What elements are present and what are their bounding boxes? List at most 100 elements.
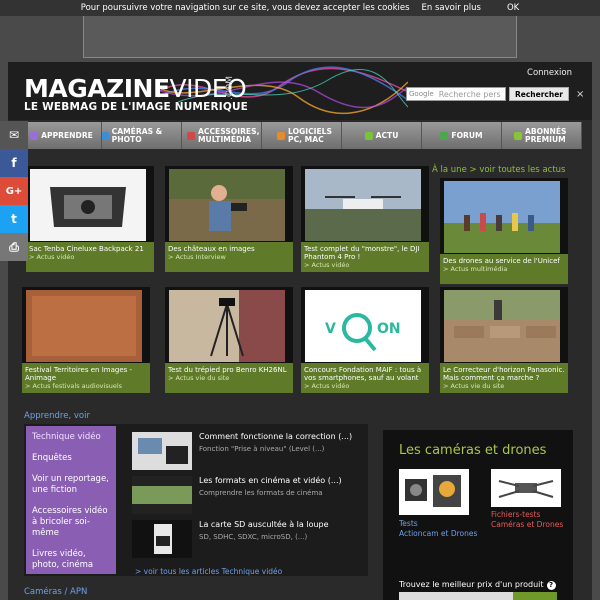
tile-title: Le Correcteur d'horizon Panasonic. Mais … [443,366,565,382]
learn-more-link[interactable]: > voir tous les articles Technique vidéo [135,567,282,576]
forum-icon [440,131,449,140]
tile-caption: Des châteaux en images > Actus Interview [165,242,293,272]
article-item[interactable]: Comment fonctionne la correction (...) F… [132,432,372,472]
social-sidebar: ✉ f G+ t ⎙ [0,121,28,261]
tile-image-bag [30,169,146,241]
tile-title: Sac Tenba Cineluxe Backpack 21 [29,245,144,253]
tile-title: Des drones au service de l'Unicef [443,257,560,265]
main-nav: APPRENDRE CAMÉRAS & PHOTO ACCESSOIRES, M… [22,122,582,150]
nav-item-actu[interactable]: ACTU [342,122,422,149]
logo-tagline: LE WEBMAG DE L'IMAGE NUMERIQUE [24,101,249,113]
news-tile[interactable]: V ON Concours Fondation MAIF : tous à vos… [301,287,429,393]
news-tile[interactable]: Le Correcteur d'horizon Panasonic. Mais … [440,287,568,393]
article-title: La carte SD auscultée à la loupe [199,520,329,529]
tile-image-tripod [169,290,285,362]
header: MAGAZINEVIDEO .COM LE WEBMAG DE L'IMAGE … [8,62,592,120]
actu-all-link[interactable]: À la une > voir toutes les actus [432,165,565,175]
price-label-text: Trouvez le meilleur prix d'un produit [399,580,544,589]
learn-menu-item[interactable]: Accessoires vidéo à bricoler soi-même [32,506,110,539]
tile-image-unicef [444,181,560,253]
news-tile[interactable]: Des drones au service de l'Unicef > Actus… [440,178,568,284]
twitter-share-icon[interactable]: t [0,205,28,233]
tile-title: Concours Fondation MAIF : tous à vos sma… [304,366,422,382]
article-desc: Comprendre les formats de cinéma [199,489,323,497]
site-container: MAGAZINEVIDEO .COM LE WEBMAG DE L'IMAGE … [8,62,592,600]
tile-title: Des châteaux en images [168,245,255,253]
article-thumb [132,432,192,470]
article-item[interactable]: La carte SD auscultée à la loupe SD, SDH… [132,520,372,560]
site-logo[interactable]: MAGAZINEVIDEO [24,74,247,103]
facebook-share-icon[interactable]: f [0,149,28,177]
tests-link[interactable]: Tests [399,519,477,529]
nav-item-logiciels[interactable]: LOGICIELS PC, MAC [262,122,342,149]
search-button[interactable]: Rechercher [509,87,570,101]
tile-category: > Actus festivals audiovisuels [25,382,123,390]
search-input[interactable]: Google Recherche pers [406,87,506,101]
cookie-more-link[interactable]: En savoir plus [422,3,481,13]
news-tile[interactable]: Des châteaux en images > Actus Interview [165,166,293,272]
tile-caption: Le Correcteur d'horizon Panasonic. Mais … [440,363,568,393]
news-tile[interactable]: Festival Territoires en Images - Animage… [22,287,150,393]
google-label: Google [409,90,434,98]
price-search-input[interactable] [399,592,557,600]
tile-caption: Test complet du "monstre", le DJI Phanto… [301,242,429,272]
nav-item-apprendre[interactable]: APPRENDRE [22,122,102,149]
learn-menu-item[interactable]: Technique vidéo [32,432,110,443]
cameras-drones-link[interactable]: Caméras et Drones [491,520,563,530]
price-search-button[interactable] [513,592,557,600]
learn-menu-item[interactable]: Enquêtes [32,453,110,464]
nav-item-premium[interactable]: ABONNÉS PREMIUM [502,122,582,149]
print-icon[interactable]: ⎙ [0,233,28,261]
cameras-apn-label[interactable]: Caméras / APN [24,587,87,597]
print-glyph: ⎙ [9,239,19,254]
googleplus-share-icon[interactable]: G+ [0,177,28,205]
svg-text:ON: ON [377,321,401,337]
learn-menu-item[interactable]: Livres vidéo, photo, cinéma [32,549,110,571]
ad-banner[interactable] [83,16,517,58]
tile-image-festival [26,290,142,362]
drone-image[interactable] [491,469,561,507]
search-form: Google Recherche pers Rechercher × [406,87,584,101]
camera-icon [102,131,109,140]
tile-image-wall [444,290,560,362]
learn-menu-item[interactable]: Voir un reportage, une fiction [32,474,110,496]
news-icon [364,131,373,140]
article-title: Comment fonctionne la correction (...) [199,432,353,441]
email-share-icon[interactable]: ✉ [0,121,28,149]
nav-label: FORUM [451,130,483,140]
news-tile[interactable]: Test du trépied pro Benro KH26NL > Actus … [165,287,293,393]
help-icon[interactable]: ? [546,581,556,590]
cookie-ok-button[interactable]: OK [507,3,519,13]
googleplus-glyph: G+ [5,185,23,197]
nav-item-forum[interactable]: FORUM [422,122,502,149]
article-desc: Fonction "Prise à niveau" (Level (...) [199,445,325,453]
news-tile[interactable]: Test complet du "monstre", le DJI Phanto… [301,166,429,272]
cameras-right-links: Fichiers-tests Caméras et Drones [491,510,563,530]
nav-label: LOGICIELS PC, MAC [288,126,332,144]
news-tile[interactable]: Sac Tenba Cineluxe Backpack 21 > Actus vi… [26,166,154,272]
nav-item-cameras[interactable]: CAMÉRAS & PHOTO [102,122,182,149]
test-files-link[interactable]: Fichiers-tests [491,510,563,520]
actioncam-image[interactable] [399,469,469,515]
actioncam-drones-link[interactable]: Actioncam et Drones [399,529,477,539]
close-icon[interactable]: × [576,89,584,100]
search-placeholder: Recherche pers [438,89,501,99]
nav-item-accessoires[interactable]: ACCESSOIRES, MULTIMÉDIA [182,122,262,149]
article-thumb [132,520,192,558]
tile-image-man [169,169,285,241]
nav-label: ACTU [375,130,399,140]
article-item[interactable]: Les formats en cinéma et vidéo (...) Com… [132,476,372,516]
premium-icon [514,131,522,140]
tile-caption: Test du trépied pro Benro KH26NL > Actus … [165,363,293,393]
tile-category: > Actus vie du site [443,382,505,390]
tile-category: > Actus vidéo [304,261,350,269]
tile-category: > Actus Interview [168,253,226,261]
tile-caption: Concours Fondation MAIF : tous à vos sma… [301,363,429,393]
logo-com: .COM [225,76,235,100]
nav-label: APPRENDRE [41,130,93,140]
nav-label: ACCESSOIRES, MULTIMÉDIA [198,126,260,144]
tile-title: Test complet du "monstre", le DJI Phanto… [304,245,420,261]
login-link[interactable]: Connexion [527,68,572,78]
learn-section-label[interactable]: Apprendre, voir [24,411,90,421]
star-icon [30,131,39,140]
